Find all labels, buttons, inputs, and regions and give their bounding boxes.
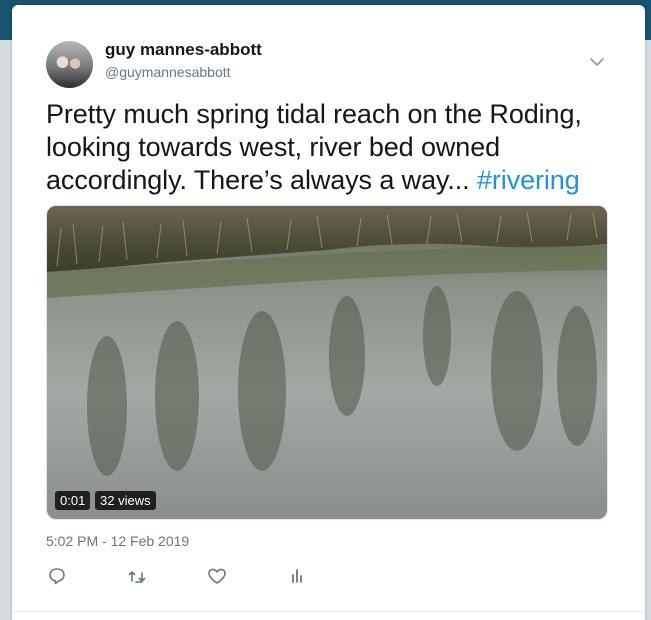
avatar[interactable] — [46, 41, 93, 88]
video-thumbnail — [47, 206, 607, 519]
author-name[interactable]: guy mannes-abbott — [105, 40, 262, 60]
video-player[interactable]: 0:01 32 views — [46, 205, 608, 520]
tweet-text: Pretty much spring tidal reach on the Ro… — [46, 98, 616, 197]
reply-icon[interactable] — [46, 565, 68, 587]
analytics-icon[interactable] — [286, 565, 308, 587]
background-gutter-left — [0, 40, 12, 620]
card-divider — [12, 611, 645, 612]
tweet-actions — [46, 565, 346, 589]
tweet-timestamp[interactable]: 5:02 PM - 12 Feb 2019 — [46, 533, 189, 549]
hashtag-link[interactable]: #rivering — [477, 165, 580, 195]
video-views-badge: 32 views — [95, 491, 156, 510]
video-duration-badge: 0:01 — [55, 491, 91, 510]
chevron-down-icon[interactable] — [588, 53, 606, 71]
retweet-icon[interactable] — [126, 565, 148, 587]
background-gutter-right — [645, 40, 651, 620]
author-handle[interactable]: @guymannesabbott — [105, 64, 231, 80]
tweet-card: guy mannes-abbott @guymannesabbott Prett… — [12, 5, 645, 620]
heart-icon[interactable] — [206, 565, 228, 587]
